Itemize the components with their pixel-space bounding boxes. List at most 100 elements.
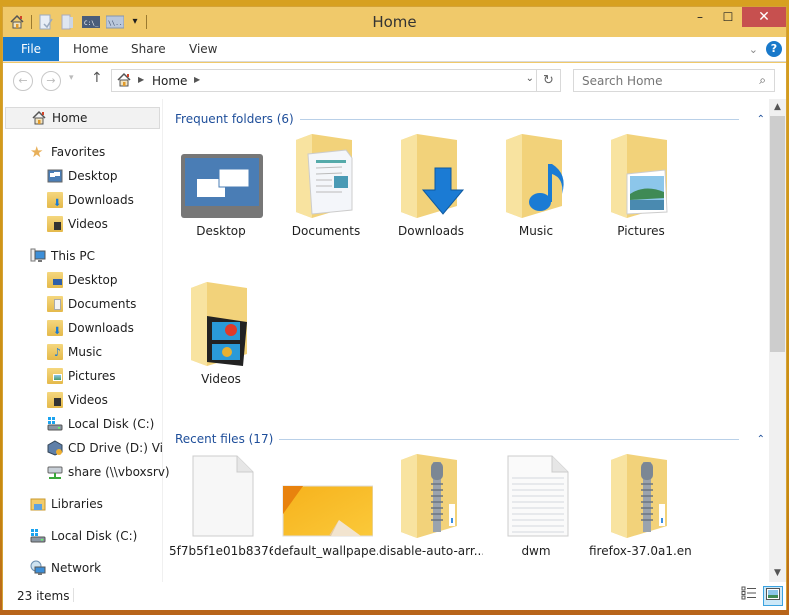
sidebar-item-this-pc[interactable]: This PC	[30, 245, 95, 267]
search-icon[interactable]: ⌕	[759, 73, 766, 88]
explorer-window: C:\_ \\... ▾ Home – ☐ ✕ File Home Share …	[2, 6, 787, 610]
sidebar-item-pc-documents[interactable]: Documents	[47, 293, 136, 315]
network-share-icon	[47, 464, 63, 480]
pictures-folder-icon	[47, 368, 63, 384]
collapse-group-icon[interactable]: ⌃	[757, 434, 765, 445]
image-thumbnail-icon	[280, 454, 374, 538]
home-icon	[31, 110, 47, 126]
tile-label: firefox-37.0a1.en...	[589, 544, 693, 558]
breadcrumb-arrow-icon[interactable]: ▶	[138, 75, 144, 84]
folder-tile-music[interactable]: Music	[484, 124, 588, 249]
large-icons-view-button[interactable]	[763, 586, 783, 606]
vertical-scrollbar[interactable]: ▲ ▼	[769, 99, 786, 582]
music-folder-icon: ♪	[47, 344, 63, 360]
videos-folder-icon	[47, 392, 63, 408]
sidebar-item-pc-pictures[interactable]: Pictures	[47, 365, 116, 387]
maximize-button[interactable]: ☐	[714, 7, 742, 27]
tab-home[interactable]: Home	[73, 37, 108, 61]
sidebar-item-local-disk[interactable]: Local Disk (C:)	[30, 525, 137, 547]
sidebar-item-home[interactable]: Home	[5, 107, 160, 129]
file-tile[interactable]: dwm	[484, 444, 588, 569]
breadcrumb-arrow-icon[interactable]: ▶	[194, 75, 200, 84]
sidebar-item-label: CD Drive (D:) VirtualBox Guest Additions	[68, 441, 163, 455]
downloads-folder-icon: ⬇	[47, 320, 63, 337]
sidebar-item-label: Local Disk (C:)	[68, 417, 155, 431]
item-count: 23 items	[17, 589, 70, 603]
sidebar-item-label: Home	[52, 111, 88, 125]
file-tile[interactable]: default_wallpape...	[274, 444, 378, 569]
downloads-folder-icon	[397, 134, 467, 218]
sidebar-item-pc-music[interactable]: ♪ Music	[47, 341, 102, 363]
tab-view[interactable]: View	[189, 37, 217, 61]
folder-tile-desktop[interactable]: Desktop	[169, 124, 273, 249]
documents-folder-icon	[47, 296, 63, 312]
tile-label: default_wallpape...	[274, 544, 378, 558]
sidebar-item-pc-cd-drive[interactable]: CD Drive (D:) VirtualBox Guest Additions	[47, 437, 163, 459]
refresh-button[interactable]: ↻	[536, 70, 560, 91]
sidebar-item-label: share (\\vboxsrv)	[68, 465, 170, 479]
up-button[interactable]: ↑	[91, 70, 103, 86]
collapse-group-icon[interactable]: ⌃	[757, 114, 765, 125]
sidebar-item-favorites[interactable]: ★ Favorites	[30, 141, 105, 163]
tile-label: Documents	[291, 224, 361, 238]
close-button[interactable]: ✕	[742, 7, 786, 27]
tab-share[interactable]: Share	[131, 37, 166, 61]
ribbon-tabs: File Home Share View ⌄ ?	[3, 37, 786, 62]
folder-tile-downloads[interactable]: Downloads	[379, 124, 483, 249]
minimize-button[interactable]: –	[686, 7, 714, 27]
sidebar-item-favorites-downloads[interactable]: ⬇ Downloads	[47, 189, 134, 211]
zip-folder-icon	[397, 454, 467, 538]
file-tile[interactable]: disable-auto-arr...	[379, 444, 483, 569]
search-input[interactable]	[574, 70, 744, 91]
sidebar-item-favorites-desktop[interactable]: Desktop	[47, 165, 118, 187]
sidebar-item-libraries[interactable]: Libraries	[30, 493, 103, 515]
expand-ribbon-icon[interactable]: ⌄	[749, 43, 758, 56]
help-icon[interactable]: ?	[766, 41, 782, 57]
content-area: Home ★ Favorites Desktop ⬇ Downloads Vid…	[3, 99, 786, 582]
scroll-up-icon[interactable]: ▲	[769, 99, 786, 116]
file-tile[interactable]: firefox-37.0a1.en...	[589, 444, 693, 569]
sidebar-item-pc-local-disk[interactable]: Local Disk (C:)	[47, 413, 154, 435]
window-controls: – ☐ ✕	[686, 7, 786, 27]
tile-label: 5f7b5f1e01b8376...	[169, 544, 273, 558]
tile-label: Pictures	[617, 224, 665, 238]
sidebar-item-pc-share[interactable]: share (\\vboxsrv)	[47, 461, 170, 483]
breadcrumb-home[interactable]: Home	[152, 74, 187, 88]
large-icons-view-icon	[766, 588, 780, 600]
blank-file-icon	[187, 454, 257, 538]
sidebar-item-pc-desktop[interactable]: Desktop	[47, 269, 118, 291]
documents-folder-icon	[292, 134, 362, 218]
scrollbar-thumb[interactable]	[770, 116, 785, 352]
scroll-down-icon[interactable]: ▼	[769, 565, 786, 582]
ribbon-right-controls: ⌄ ?	[749, 41, 782, 57]
sidebar-item-favorites-videos[interactable]: Videos	[47, 213, 108, 235]
sidebar-item-label: Documents	[68, 297, 137, 311]
tile-label: Desktop	[196, 224, 246, 238]
recent-locations-icon[interactable]: ▾	[69, 73, 74, 83]
sidebar-item-label: Desktop	[68, 273, 118, 287]
details-view-button[interactable]	[739, 586, 759, 606]
local-disk-icon	[47, 416, 63, 432]
sidebar-item-label: Downloads	[68, 193, 134, 207]
sidebar-item-pc-videos[interactable]: Videos	[47, 389, 108, 411]
address-dropdown-icon[interactable]: ⌄	[526, 73, 534, 84]
sidebar-item-label: Videos	[68, 393, 108, 407]
sidebar-item-label: Local Disk (C:)	[51, 529, 138, 543]
tile-label: dwm	[521, 544, 551, 558]
back-button[interactable]: ←	[13, 71, 33, 91]
forward-button[interactable]: →	[41, 71, 61, 91]
cd-drive-icon	[47, 440, 63, 456]
music-folder-icon	[502, 134, 572, 218]
sidebar-item-network[interactable]: Network	[30, 557, 101, 579]
folder-tile-pictures[interactable]: Pictures	[589, 124, 693, 249]
folder-tile-videos[interactable]: Videos	[169, 272, 273, 397]
local-disk-icon	[30, 528, 46, 544]
address-bar[interactable]: ▶ Home ▶ ⌄ ↻	[111, 69, 561, 92]
group-divider	[299, 118, 739, 120]
window-title: Home	[372, 13, 417, 31]
group-divider	[279, 438, 739, 440]
folder-tile-documents[interactable]: Documents	[274, 124, 378, 249]
sidebar-item-pc-downloads[interactable]: ⬇ Downloads	[47, 317, 134, 339]
tab-file[interactable]: File	[3, 37, 59, 61]
file-tile[interactable]: 5f7b5f1e01b8376...	[169, 444, 273, 569]
